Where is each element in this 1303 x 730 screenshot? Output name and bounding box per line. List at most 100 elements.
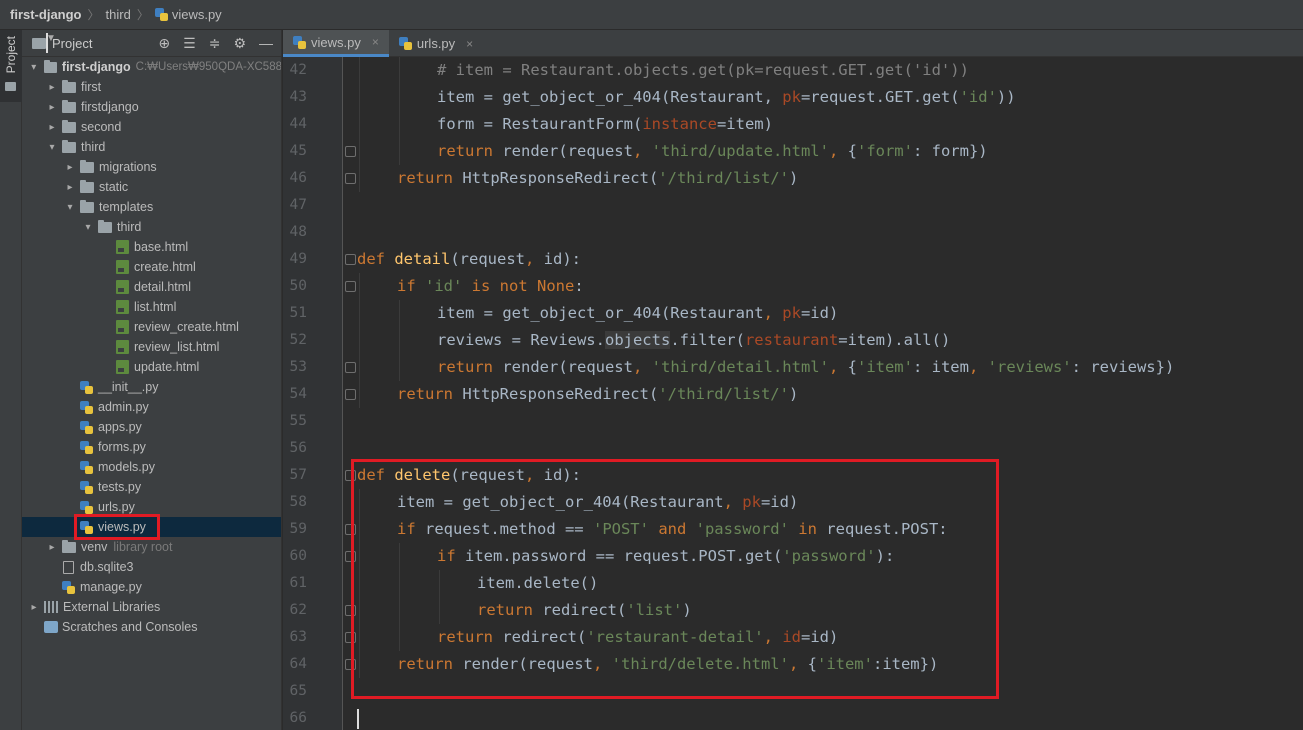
code-token: form = RestaurantForm( (437, 115, 643, 133)
code-token: ) (788, 385, 799, 403)
breadcrumb-folder[interactable]: third (106, 7, 131, 22)
tree-item[interactable]: ▸tests.py (22, 477, 281, 497)
tree-item[interactable]: ▸apps.py (22, 417, 281, 437)
tree-item-label: __init__.py (98, 380, 159, 394)
code-line[interactable]: return render(request, 'third/detail.htm… (437, 354, 1174, 381)
tree-item[interactable]: ▸review_create.html (22, 317, 281, 337)
code-line[interactable]: return render(request, 'third/update.htm… (437, 138, 988, 165)
tree-item[interactable]: ▸forms.py (22, 437, 281, 457)
code-line[interactable]: if 'id' is not None: (397, 273, 584, 300)
tree-item[interactable]: ▸ venv library root (22, 537, 281, 557)
tree-item[interactable]: ▸db.sqlite3 (22, 557, 281, 577)
indent-guide (359, 165, 360, 192)
fold-marker-icon[interactable] (345, 173, 356, 184)
html-file-icon (116, 340, 129, 354)
chevron-right-icon[interactable]: ▸ (46, 102, 58, 113)
indent-guide (359, 111, 360, 138)
tree-item[interactable]: ▸base.html (22, 237, 281, 257)
code-token: return (397, 169, 463, 187)
chevron-right-icon[interactable]: ▸ (64, 182, 76, 193)
tree-item[interactable]: ▸ first (22, 77, 281, 97)
fold-marker-icon[interactable] (345, 362, 356, 373)
code-token: return (437, 358, 503, 376)
tree-item[interactable]: ▸create.html (22, 257, 281, 277)
chevron-down-icon[interactable]: ▾ (82, 222, 94, 233)
chevron-right-icon[interactable]: ▸ (46, 82, 58, 93)
tree-item-label: migrations (99, 160, 157, 174)
expand-all-icon[interactable]: ☰ (183, 35, 196, 52)
tree-item-label: apps.py (98, 420, 142, 434)
tree-item[interactable]: ▾ templates (22, 197, 281, 217)
tree-item[interactable]: ▾ third (22, 137, 281, 157)
tree-item[interactable]: ▸models.py (22, 457, 281, 477)
chevron-right-icon[interactable]: ▸ (28, 602, 40, 613)
tree-item[interactable]: ▾ first-django C:₩Users₩950QDA-XC588 (22, 57, 281, 77)
close-icon[interactable]: × (372, 35, 379, 49)
tree-item[interactable]: ▸admin.py (22, 397, 281, 417)
chevron-right-icon[interactable]: ▸ (46, 122, 58, 133)
editor-tab[interactable]: views.py × (283, 30, 389, 57)
tree-item[interactable]: ▸__init__.py (22, 377, 281, 397)
chevron-down-icon[interactable]: ▾ (28, 62, 40, 73)
tree-item[interactable]: ▸update.html (22, 357, 281, 377)
project-tool-tab[interactable]: Project (0, 30, 22, 102)
breadcrumb-separator-icon: 〉 (136, 8, 149, 22)
chevron-down-icon[interactable]: ▼ (46, 33, 56, 53)
code-line[interactable]: # item = Restaurant.objects.get(pk=reque… (437, 57, 969, 84)
fold-marker-icon[interactable] (345, 146, 356, 157)
code-token: HttpResponseRedirect( (462, 169, 659, 187)
tree-item[interactable]: ▾ third (22, 217, 281, 237)
html-file-icon (116, 240, 129, 254)
folder-icon (62, 539, 76, 553)
crosshair-icon[interactable]: ⊕ (158, 35, 170, 52)
tree-item[interactable]: ▸ second (22, 117, 281, 137)
tree-item-label: db.sqlite3 (80, 560, 134, 574)
code-line[interactable]: item = get_object_or_404(Restaurant, pk=… (437, 84, 1016, 111)
scratches-icon (44, 621, 58, 633)
code-line[interactable]: return HttpResponseRedirect('/third/list… (397, 381, 798, 408)
tree-item-label: update.html (134, 360, 200, 374)
code-editor[interactable]: 42 43 44 45 46 47 48 49 50 51 52 53 54 55 56 57 58 59 60 61… (283, 57, 1303, 730)
fold-marker-icon[interactable] (345, 281, 356, 292)
database-file-icon (63, 560, 74, 574)
tree-item[interactable]: ▸manage.py (22, 577, 281, 597)
chevron-down-icon[interactable]: ▾ (46, 142, 58, 153)
tree-item[interactable]: ▸ migrations (22, 157, 281, 177)
code-line[interactable]: return HttpResponseRedirect('/third/list… (397, 165, 798, 192)
breadcrumb-file[interactable]: views.py (172, 7, 222, 22)
code-token: )) (996, 88, 1016, 106)
code-line[interactable]: def detail(request, id): (357, 246, 581, 273)
line-number: 52 (289, 332, 307, 348)
close-icon[interactable]: × (466, 37, 473, 51)
breadcrumb-project[interactable]: first-django (10, 7, 82, 22)
tree-item[interactable]: ▸ External Libraries (22, 597, 281, 617)
code-line[interactable]: reviews = Reviews.objects.filter(restaur… (437, 327, 950, 354)
gear-icon[interactable]: ⚙ (233, 35, 246, 52)
code-line[interactable]: form = RestaurantForm(instance=item) (437, 111, 773, 138)
code-token: 'form' (856, 142, 913, 160)
tree-item-label: base.html (134, 240, 189, 254)
code-line[interactable]: item = get_object_or_404(Restaurant, pk=… (437, 300, 838, 327)
tree-item-label: manage.py (80, 580, 142, 594)
collapse-all-icon[interactable]: ≑ (209, 35, 221, 52)
fold-marker-icon[interactable] (345, 389, 356, 400)
tree-item-label: third (117, 220, 142, 234)
tree-item[interactable]: ▸ firstdjango (22, 97, 281, 117)
editor-tab[interactable]: urls.py × (389, 30, 483, 57)
indent-guide (399, 57, 400, 84)
minimize-icon[interactable]: — (259, 35, 273, 52)
tree-item[interactable]: ▸Scratches and Consoles (22, 617, 281, 637)
tree-item[interactable]: ▸ static (22, 177, 281, 197)
tree-item[interactable]: ▸list.html (22, 297, 281, 317)
chevron-right-icon[interactable]: ▸ (64, 162, 76, 173)
line-number: 66 (289, 710, 307, 726)
tree-item-label: first-django (61, 60, 131, 74)
project-view-selector[interactable]: Project (52, 36, 92, 51)
code-token: =id) (800, 304, 839, 322)
fold-marker-icon[interactable] (345, 254, 356, 265)
chevron-down-icon[interactable]: ▾ (64, 202, 76, 213)
tree-item[interactable]: ▸detail.html (22, 277, 281, 297)
chevron-right-icon[interactable]: ▸ (46, 542, 58, 553)
tree-item[interactable]: ▸review_list.html (22, 337, 281, 357)
code-token: , (828, 142, 848, 160)
